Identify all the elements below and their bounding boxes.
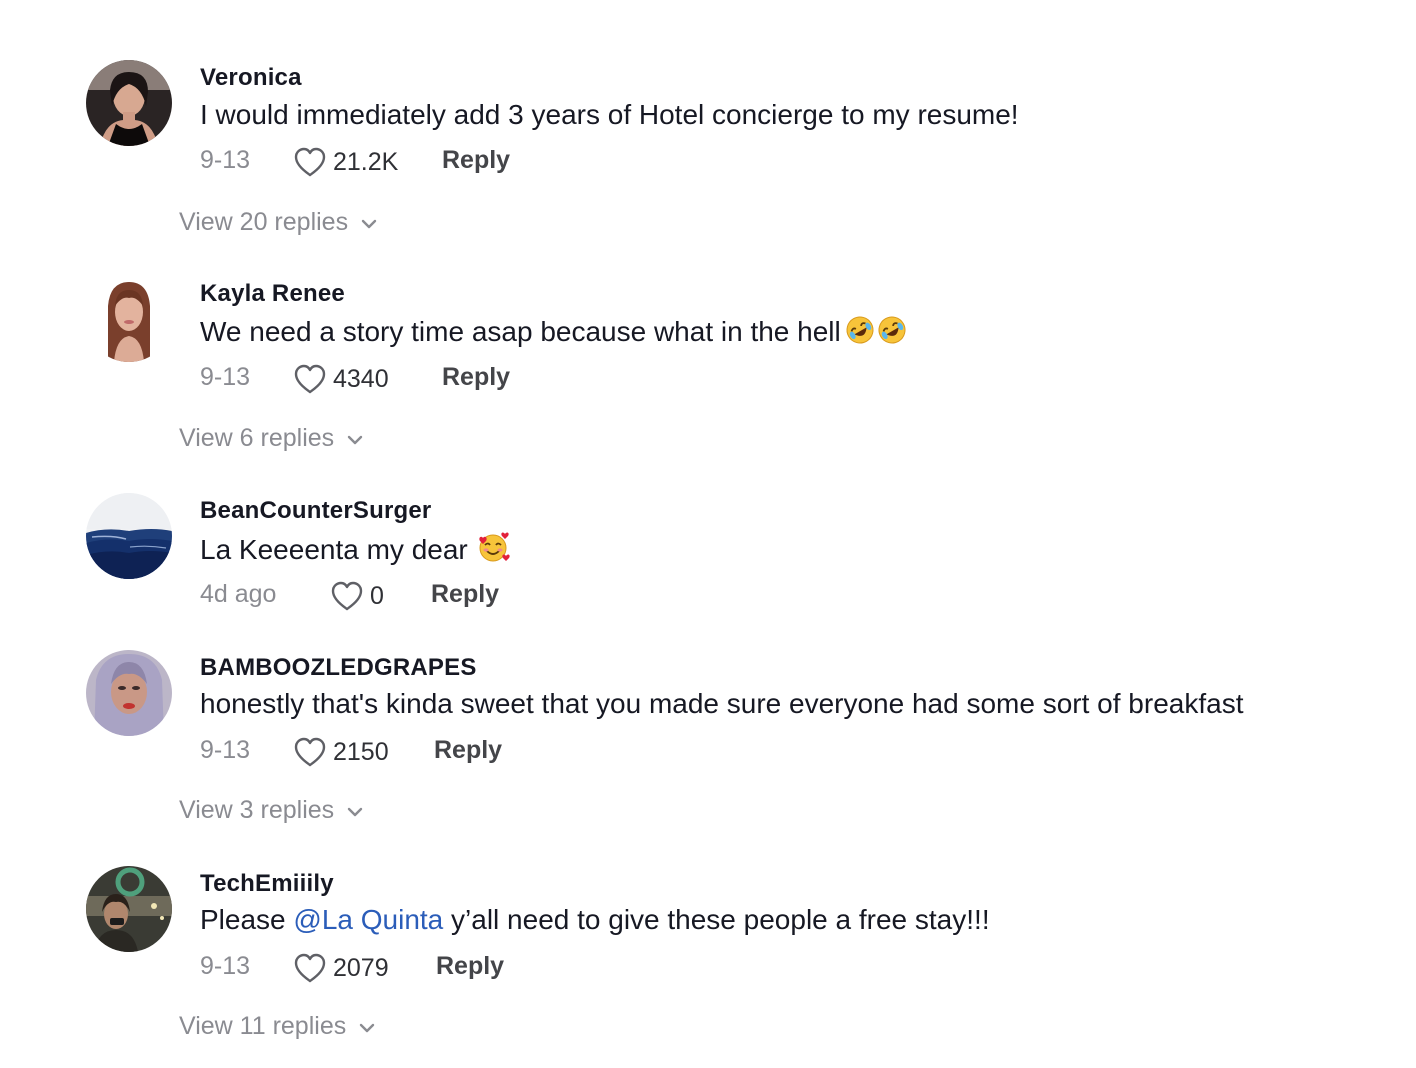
reply-button[interactable]: Reply [442,146,510,175]
rolling-on-floor-laughing-emoji [877,315,907,352]
avatar[interactable] [86,60,172,146]
comment-text-before: Please [200,904,294,935]
comment-date: 9-13 [200,952,251,980]
rolling-on-floor-laughing-emoji [845,315,875,352]
reply-button[interactable]: Reply [434,736,502,765]
like-button[interactable]: 4340 [293,361,389,397]
reply-button[interactable]: Reply [431,580,499,609]
view-replies-label: View 20 replies [179,208,349,236]
comment-date: 4d ago [200,580,277,608]
like-button[interactable]: 21.2K [293,144,398,180]
avatar[interactable] [86,276,172,362]
like-count: 4340 [333,364,389,393]
comment-date: 9-13 [200,363,251,391]
comment-text-content: We need a story time asap because what i… [200,316,841,347]
view-replies-button[interactable]: View 3 replies [179,796,364,825]
smiling-face-with-hearts-emoji [476,531,510,570]
heart-outline-icon [293,736,327,768]
reply-button[interactable]: Reply [442,363,510,392]
like-button[interactable]: 0 [330,578,384,614]
chevron-down-icon [360,208,378,237]
heart-outline-icon [293,363,327,395]
chevron-down-icon [358,1012,376,1041]
view-replies-label: View 3 replies [179,796,335,824]
comment-text: La Keeeenta my dear [200,531,510,570]
avatar[interactable] [86,650,172,736]
like-count: 21.2K [333,147,399,176]
comment-text: honestly that's kinda sweet that you mad… [200,688,1244,719]
heart-outline-icon [293,146,327,178]
heart-outline-icon [293,952,327,984]
comment-text-after: y’all need to give these people a free s… [443,904,990,935]
comment-text-content: La Keeeenta my dear [200,534,468,565]
comment-username[interactable]: Kayla Renee [200,280,345,308]
comment-date: 9-13 [200,146,251,174]
mention-link[interactable]: @La Quinta [293,904,443,935]
avatar[interactable] [86,866,172,952]
like-count: 0 [370,581,384,610]
comment-text: I would immediately add 3 years of Hotel… [200,99,1019,130]
comment-username[interactable]: BeanCounterSurger [200,497,431,525]
comment-username[interactable]: TechEmiiily [200,870,334,898]
like-count: 2079 [333,953,389,982]
view-replies-button[interactable]: View 20 replies [179,208,378,237]
comment-text: Please @La Quinta y’all need to give the… [200,904,990,936]
comment-text: We need a story time asap because what i… [200,315,907,352]
heart-outline-icon [330,580,364,612]
chevron-down-icon [346,796,364,825]
view-replies-button[interactable]: View 6 replies [179,424,364,453]
view-replies-button[interactable]: View 11 replies [179,1012,376,1041]
avatar[interactable] [86,493,172,579]
comment-username[interactable]: Veronica [200,64,302,92]
like-button[interactable]: 2079 [293,950,389,986]
view-replies-label: View 6 replies [179,424,335,452]
like-button[interactable]: 2150 [293,734,389,770]
chevron-down-icon [346,424,364,453]
view-replies-label: View 11 replies [179,1012,347,1040]
reply-button[interactable]: Reply [436,952,504,981]
comment-username[interactable]: BAMBOOZLEDGRAPES [200,654,477,682]
like-count: 2150 [333,737,389,766]
comment-date: 9-13 [200,736,251,764]
